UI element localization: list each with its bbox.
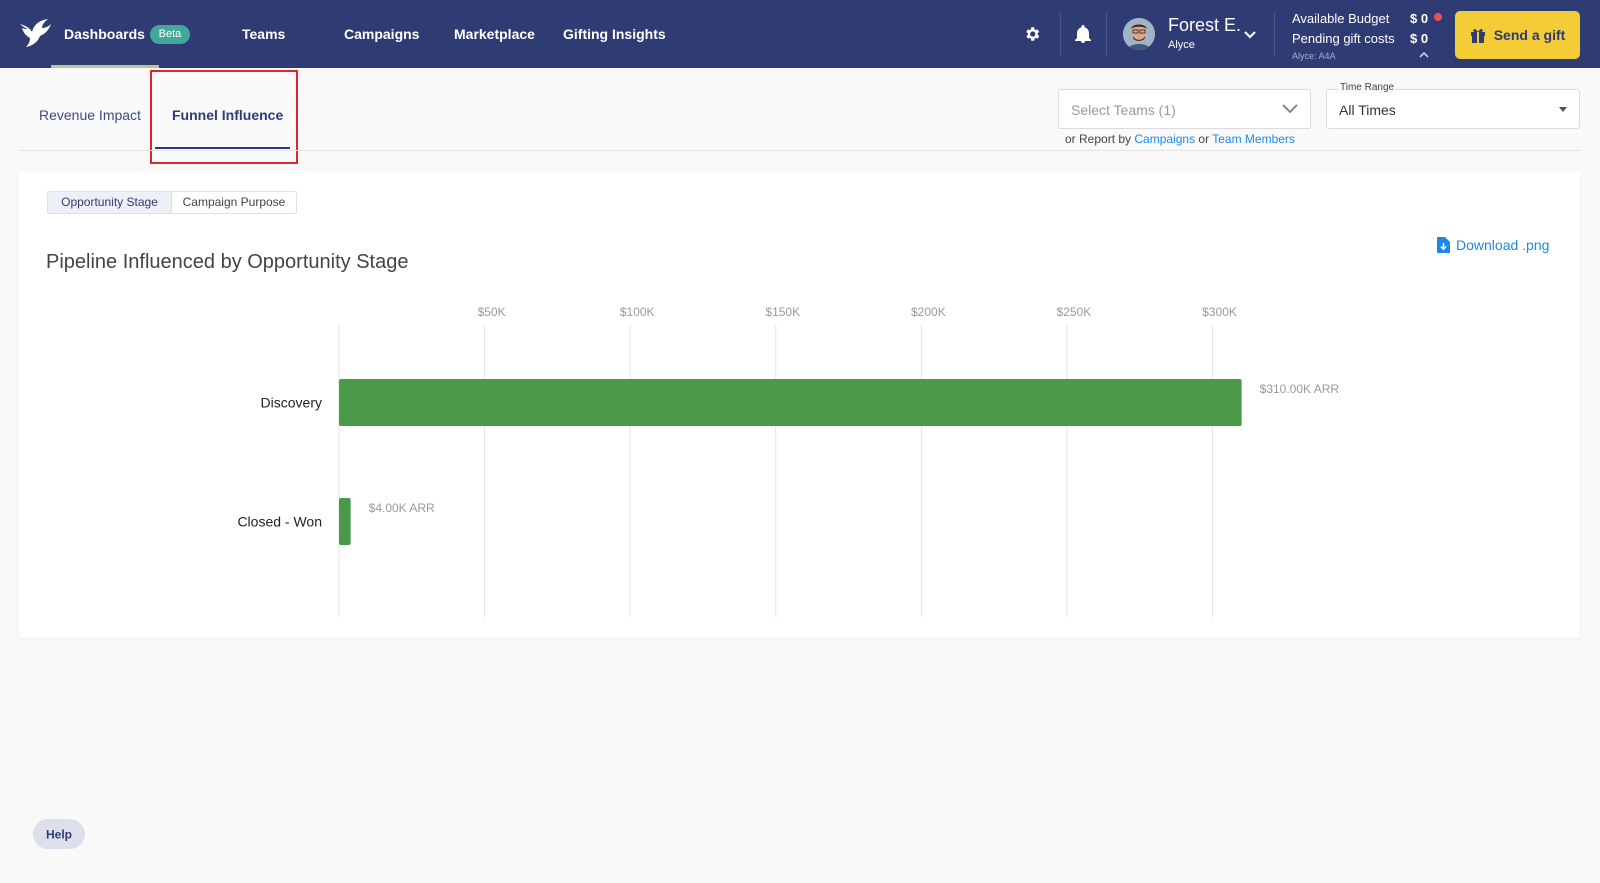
tick-label: $100K <box>620 305 655 319</box>
bar <box>339 498 351 545</box>
tick-label: $300K <box>1202 305 1237 319</box>
help-button-label: Help <box>46 828 72 842</box>
data-label: $310.00K ARR <box>1260 382 1340 396</box>
tick-label: $150K <box>765 305 800 319</box>
data-label: $4.00K ARR <box>369 501 435 515</box>
help-button[interactable]: Help <box>33 819 85 849</box>
bar <box>339 379 1242 426</box>
category-label: Closed - Won <box>237 514 322 530</box>
bar-chart: $50K $100K $150K $200K $250K $300K Discovery $3… <box>237 305 1340 617</box>
tick-label: $200K <box>911 305 946 319</box>
tick-label: $250K <box>1057 305 1092 319</box>
tick-label: $50K <box>478 305 506 319</box>
category-label: Discovery <box>261 395 322 411</box>
